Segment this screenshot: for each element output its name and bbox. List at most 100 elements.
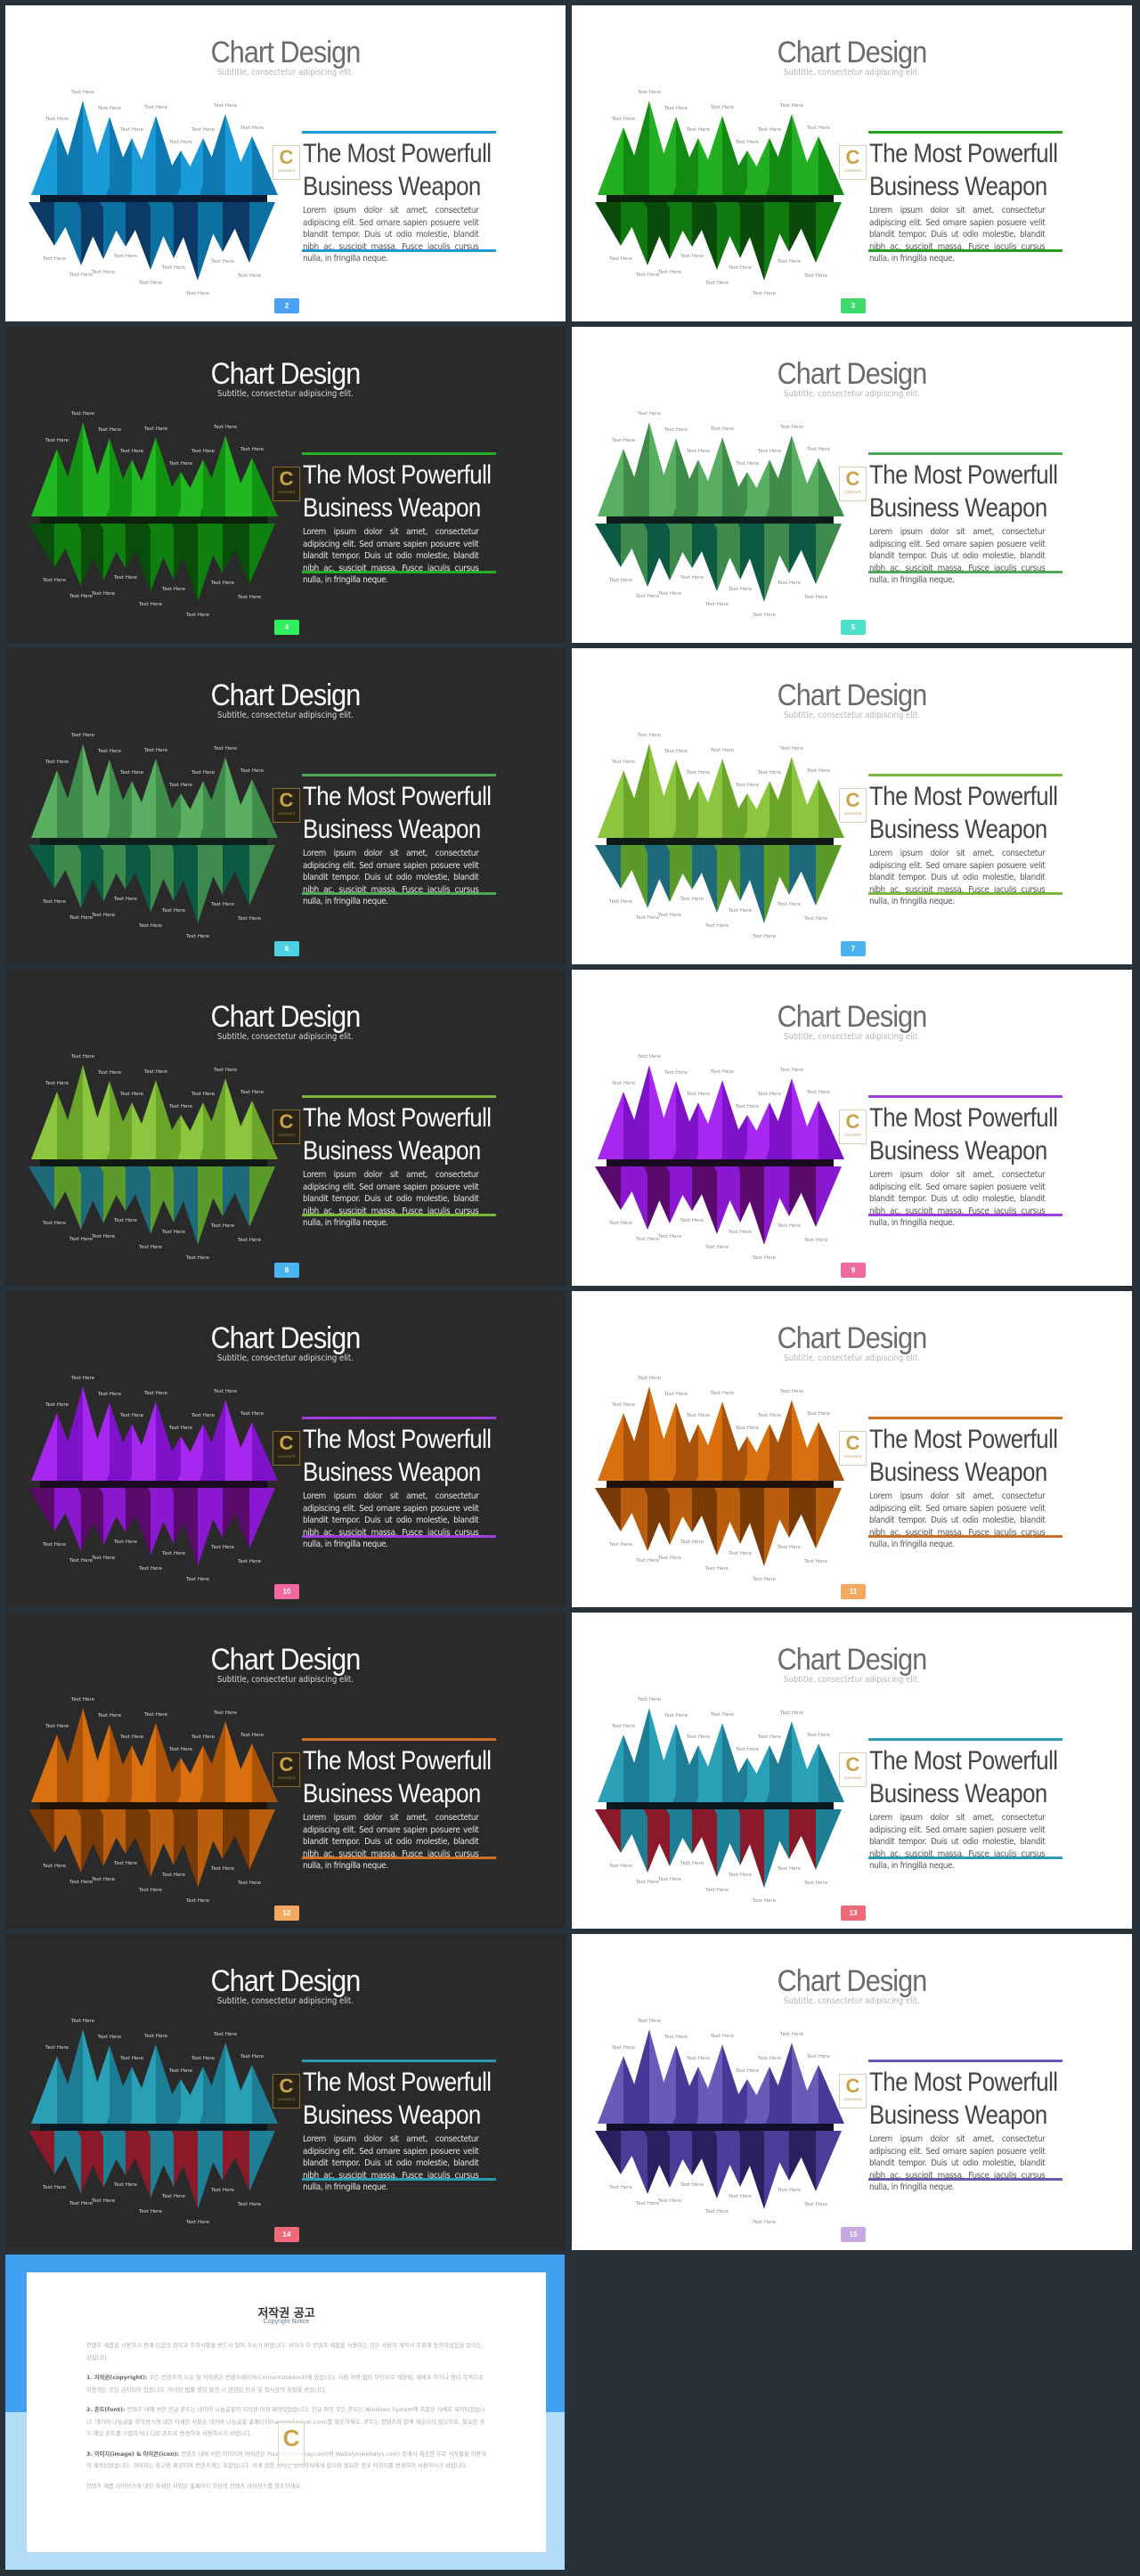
spike-down-right: [249, 1809, 275, 1870]
logo-text: CONTENTS: [277, 1776, 296, 1780]
chart-label: Text Here: [161, 265, 186, 271]
chart-label: Text Here: [237, 1559, 262, 1564]
chart-label: Text Here: [119, 127, 144, 133]
chart-label: Text Here: [704, 280, 729, 286]
slide-12[interactable]: Chart Design Subtitle, consectetur adipis…: [5, 1613, 566, 1929]
slide-8[interactable]: Chart Design Subtitle, consectetur adipis…: [5, 970, 566, 1286]
spike-down-left: [28, 1809, 54, 1853]
logo-letter: C: [279, 1432, 294, 1454]
logo-text: CONTENTS: [843, 1455, 862, 1459]
chart-label: Text Here: [138, 602, 163, 607]
top-divider: [868, 452, 1063, 455]
slide-10[interactable]: Chart Design Subtitle, consectetur adipis…: [5, 1291, 566, 1607]
logo-icon: C CONTENTS: [839, 2074, 867, 2109]
spike-up-left: [31, 1735, 57, 1802]
spike-down-left: [28, 202, 54, 246]
chart-label: Text Here: [42, 1542, 67, 1548]
slide-4[interactable]: Chart Design Subtitle, consectetur adipis…: [5, 327, 566, 643]
logo-text: CONTENTS: [843, 1776, 862, 1780]
chart-label: Text Here: [704, 1245, 729, 1250]
chart-label: Text Here: [664, 2035, 688, 2040]
chart-label: Text Here: [143, 1069, 168, 1075]
spike-down-right: [816, 2131, 842, 2191]
chart-label: Text Here: [779, 1389, 804, 1394]
heading-line-1: The Most Powerfull: [303, 2068, 492, 2097]
slide-3[interactable]: Chart Design Subtitle, consectetur adipis…: [572, 5, 1132, 321]
chart-label: Text Here: [704, 923, 729, 929]
heading-line-2: Business Weapon: [303, 1779, 481, 1808]
chart-label: Text Here: [777, 2188, 802, 2193]
chart-label: Text Here: [704, 1888, 729, 1893]
chart-label: Text Here: [240, 1411, 265, 1417]
bottom-divider: [302, 1214, 496, 1216]
chart-label: Text Here: [611, 1402, 636, 1408]
top-divider: [302, 131, 496, 134]
chart-label: Text Here: [686, 770, 711, 776]
chart-label: Text Here: [237, 916, 262, 922]
chart-label: Text Here: [69, 1558, 94, 1564]
chart-label: Text Here: [97, 749, 122, 754]
chart-label: Text Here: [185, 613, 210, 618]
slide-2[interactable]: Chart Design Subtitle, consectetur adipis…: [5, 5, 566, 321]
logo-letter: C: [279, 467, 294, 490]
logo-icon: C CONTENTS: [273, 788, 300, 823]
logo-icon: C CONTENTS: [839, 788, 867, 823]
heading-line-2: Business Weapon: [869, 493, 1047, 523]
bottom-divider: [868, 249, 1063, 252]
chart-label: Text Here: [635, 1237, 660, 1242]
logo-text: CONTENTS: [843, 491, 862, 494]
chart-label: Text Here: [635, 915, 660, 921]
chart-label: Text Here: [138, 1245, 163, 1250]
slide-15[interactable]: Chart Design Subtitle, consectetur adipis…: [572, 1934, 1132, 2250]
chart-label: Text Here: [168, 461, 193, 467]
copyright-slide[interactable]: 저작권 공고 Copyright Notice 컨텐츠 제품을 사용하기 전에 …: [5, 2255, 565, 2570]
slide-11[interactable]: Chart Design Subtitle, consectetur adipis…: [572, 1291, 1132, 1607]
chart-label: Text Here: [803, 273, 828, 279]
page-number-badge: 7: [841, 941, 866, 956]
logo-text: CONTENTS: [277, 491, 296, 494]
page-number-badge: 11: [841, 1584, 866, 1599]
slide-heading: The Most Powerfull Business Weapon: [303, 459, 492, 524]
chart-label: Text Here: [757, 770, 782, 776]
copyright-card: 저작권 공고 Copyright Notice 컨텐츠 제품을 사용하기 전에 …: [27, 2272, 546, 2552]
chart-label: Text Here: [664, 1713, 688, 1719]
slide-7[interactable]: Chart Design Subtitle, consectetur adipis…: [572, 648, 1132, 964]
page-number-badge: 8: [274, 1263, 299, 1278]
slide-6[interactable]: Chart Design Subtitle, consectetur adipis…: [5, 648, 566, 964]
chart-label: Text Here: [608, 1864, 633, 1869]
chart-label: Text Here: [637, 411, 662, 417]
heading-line-1: The Most Powerfull: [869, 1746, 1058, 1776]
chart-label: Text Here: [752, 1577, 777, 1582]
page-number-badge: 10: [274, 1584, 299, 1599]
spike-chart: Text Here Text Here Text Here Text Here Text…: [28, 733, 278, 939]
chart-label: Text Here: [191, 1735, 216, 1740]
chart-label: Text Here: [240, 126, 265, 131]
chart-label: Text Here: [143, 748, 168, 753]
chart-label: Text Here: [113, 2182, 138, 2188]
slide-13[interactable]: Chart Design Subtitle, consectetur adipis…: [572, 1613, 1132, 1929]
copyright-item-label: 3. 이미지(image) & 아이콘(icon):: [86, 2450, 180, 2458]
slide-heading: The Most Powerfull Business Weapon: [303, 1101, 492, 1167]
chart-label: Text Here: [113, 575, 138, 581]
logo-letter: C: [279, 2075, 294, 2097]
chart-label: Text Here: [119, 1735, 144, 1740]
chart-label: Text Here: [237, 595, 262, 600]
slide-heading: The Most Powerfull Business Weapon: [303, 137, 492, 203]
chart-label: Text Here: [664, 106, 688, 111]
logo-text: CONTENTS: [843, 1134, 862, 1137]
slide-5[interactable]: Chart Design Subtitle, consectetur adipis…: [572, 327, 1132, 643]
slide-body-text: Lorem ipsum dolor sit amet, consectetur …: [303, 1491, 479, 1549]
chart-label: Text Here: [752, 2220, 777, 2225]
chart-label: Text Here: [710, 1391, 735, 1396]
chart-label: Text Here: [710, 748, 735, 753]
chart-label: Text Here: [185, 291, 210, 297]
slide-9[interactable]: Chart Design Subtitle, consectetur adipis…: [572, 970, 1132, 1286]
slide-14[interactable]: Chart Design Subtitle, consectetur adipis…: [5, 1934, 566, 2250]
heading-line-2: Business Weapon: [303, 2101, 481, 2130]
copyright-item-label: 2. 폰트(font):: [86, 2407, 126, 2413]
chart-label: Text Here: [168, 783, 193, 788]
bottom-divider: [868, 1857, 1063, 1859]
chart-label: Text Here: [70, 733, 95, 738]
chart-label: Text Here: [113, 897, 138, 902]
spike-up-left: [31, 2056, 57, 2124]
